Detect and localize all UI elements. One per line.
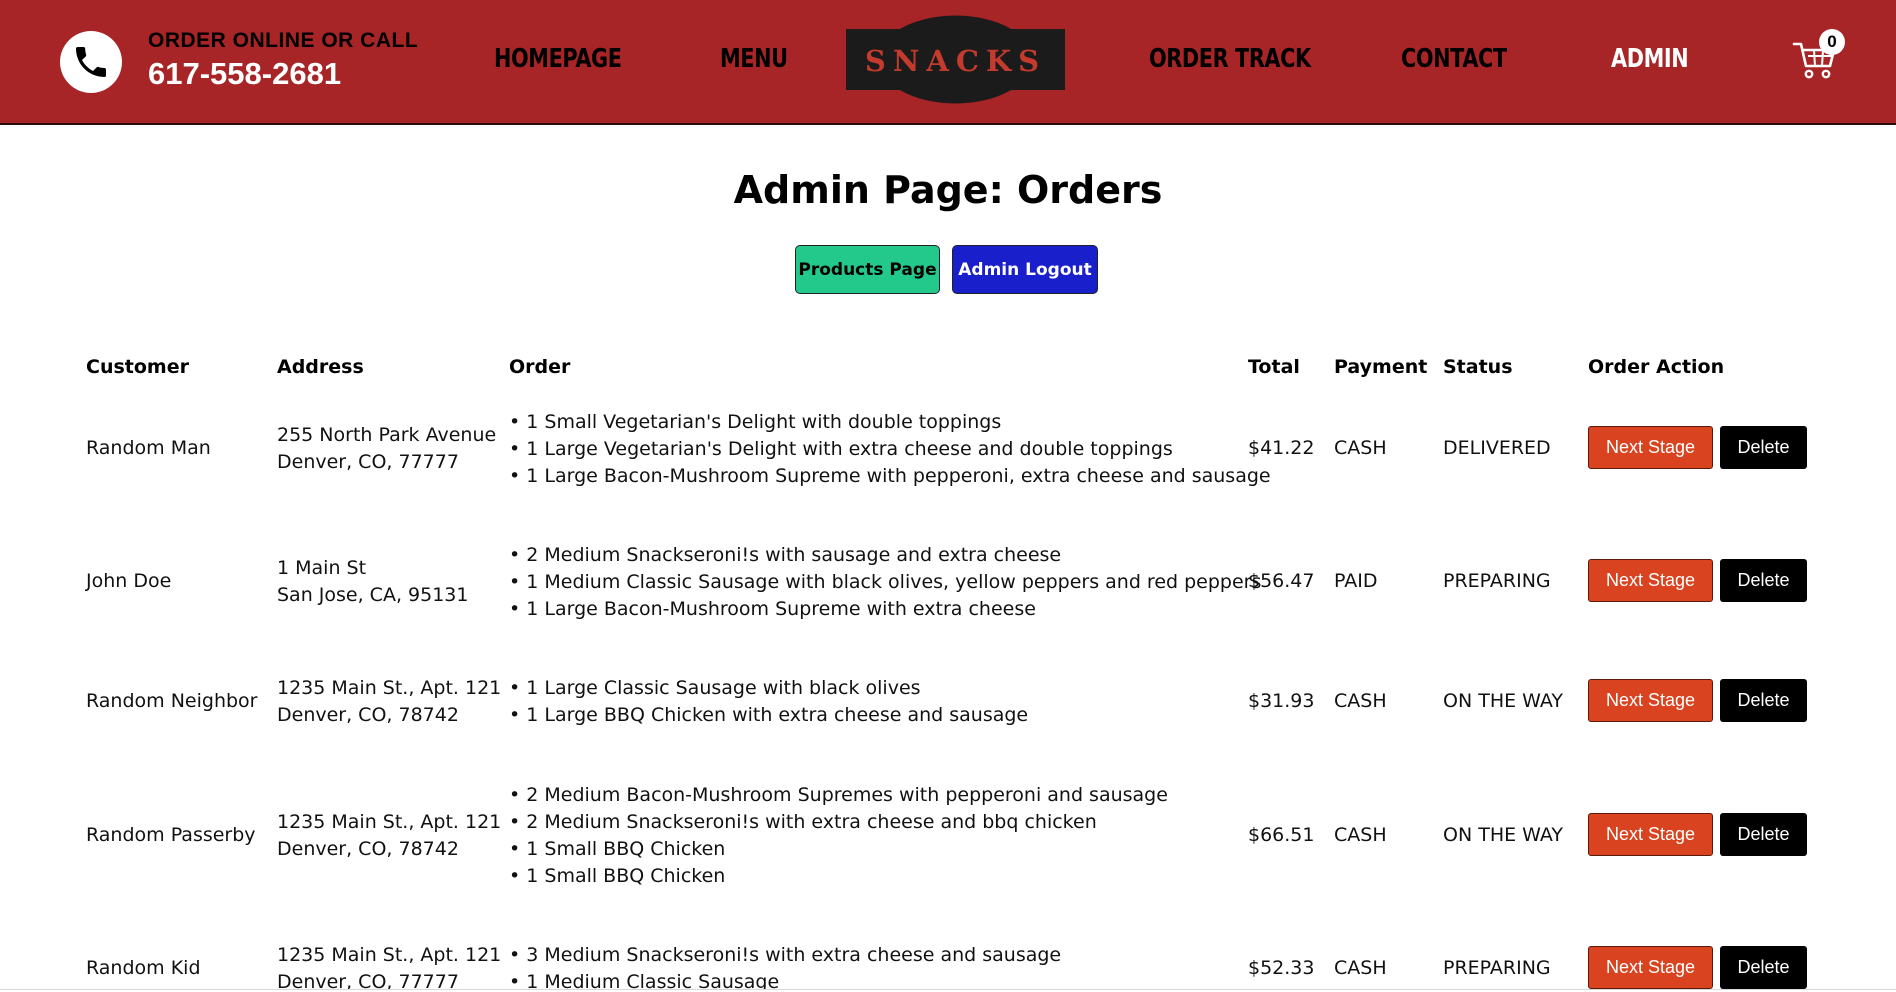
- order-items: 3 Medium Snackseroni!s with extra cheese…: [509, 942, 1061, 989]
- table-row: Random Kid 1235 Main St., Apt. 121 Denve…: [0, 0, 1896, 989]
- order-total: $52.33: [1248, 957, 1315, 979]
- order-status: PREPARING: [1443, 957, 1551, 979]
- next-stage-button[interactable]: Next Stage: [1588, 946, 1713, 989]
- delete-button[interactable]: Delete: [1720, 946, 1807, 989]
- order-item: 1 Medium Classic Sausage: [509, 969, 1061, 989]
- address-line-2: Denver, CO, 77777: [277, 971, 459, 989]
- payment-method: CASH: [1334, 957, 1387, 979]
- order-item: 3 Medium Snackseroni!s with extra cheese…: [509, 942, 1061, 969]
- customer-name: Random Kid: [86, 957, 201, 979]
- address: 1235 Main St., Apt. 121 Denver, CO, 7777…: [277, 942, 501, 989]
- address-line-1: 1235 Main St., Apt. 121: [277, 944, 502, 966]
- viewport-divider: [0, 989, 1896, 990]
